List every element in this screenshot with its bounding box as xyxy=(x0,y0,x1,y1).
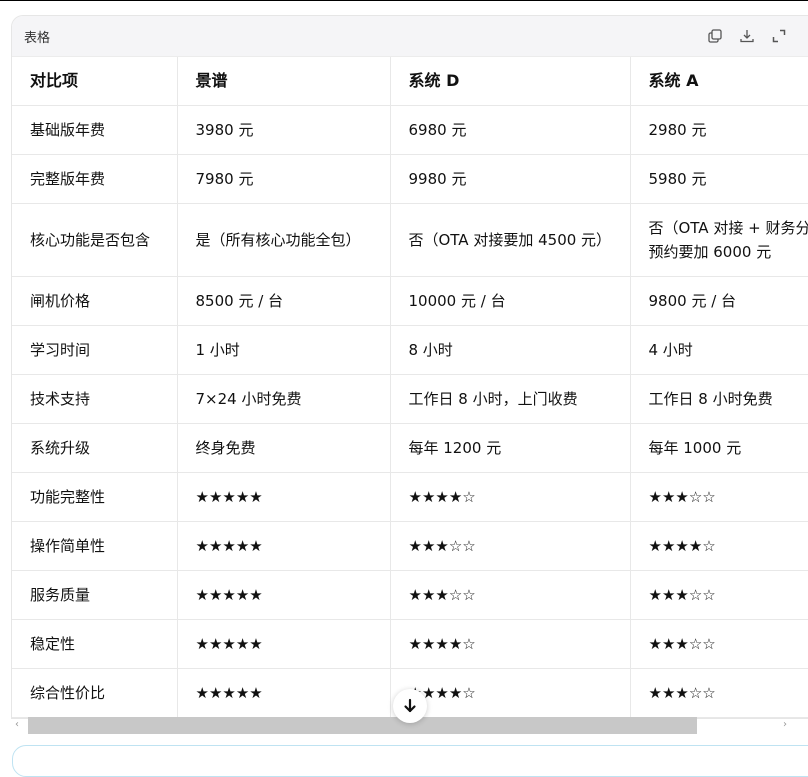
star-rating: ★★★★★ xyxy=(177,668,391,718)
scroll-left-icon[interactable]: ‹ xyxy=(15,719,19,730)
star-rating: ★★★★★ xyxy=(177,619,391,669)
table-cell: 功能完整性 xyxy=(12,472,178,522)
star-rating: ★★★☆☆ xyxy=(630,472,808,522)
table-cell: 6980 元 xyxy=(390,105,631,155)
table-toolbar xyxy=(704,25,790,47)
table-cell: 5980 元 xyxy=(630,154,808,204)
table-cell: 7980 元 xyxy=(177,154,391,204)
table-row: 完整版年费 7980 元 9980 元 5980 元 xyxy=(12,154,808,204)
table-cell: 8 小时 xyxy=(390,325,631,375)
download-icon[interactable] xyxy=(736,25,758,47)
scroll-to-bottom-button[interactable] xyxy=(393,689,427,723)
table-cell: 8500 元 / 台 xyxy=(177,276,391,326)
table-cell: 7×24 小时免费 xyxy=(177,374,391,424)
next-message-card xyxy=(12,745,808,777)
scrollbar-thumb[interactable] xyxy=(28,717,697,734)
star-rating: ★★★☆☆ xyxy=(630,619,808,669)
table-row: 核心功能是否包含 是（所有核心功能全包） 否（OTA 对接要加 4500 元） … xyxy=(12,203,808,277)
table-cell: 学习时间 xyxy=(12,325,178,375)
comparison-table: 对比项 景谱 系统 D 系统 A 基础版年费 3980 元 6980 元 298… xyxy=(12,57,808,718)
star-rating: ★★★★★ xyxy=(177,521,391,571)
table-cell: 服务质量 xyxy=(12,570,178,620)
table-row: 技术支持 7×24 小时免费 工作日 8 小时，上门收费 工作日 8 小时免费 xyxy=(12,374,808,424)
table-cell: 9800 元 / 台 xyxy=(630,276,808,326)
table-cell: 4 小时 xyxy=(630,325,808,375)
star-rating: ★★★★★ xyxy=(177,472,391,522)
table-cell: 操作简单性 xyxy=(12,521,178,571)
copy-icon[interactable] xyxy=(704,25,726,47)
star-rating: ★★★★★ xyxy=(177,570,391,620)
table-cell: 每年 1000 元 xyxy=(630,423,808,473)
table-card-header: 表格 xyxy=(12,16,808,57)
table-row: 稳定性 ★★★★★ ★★★★☆ ★★★☆☆ xyxy=(12,619,808,669)
table-cell: 完整版年费 xyxy=(12,154,178,204)
table-row: 学习时间 1 小时 8 小时 4 小时 xyxy=(12,325,808,375)
table-cell: 3980 元 xyxy=(177,105,391,155)
star-rating: ★★★★☆ xyxy=(390,619,631,669)
table-cell: 9980 元 xyxy=(390,154,631,204)
table-cell: 终身免费 xyxy=(177,423,391,473)
star-rating: ★★★☆☆ xyxy=(390,570,631,620)
table-card: 表格 对比项 景谱 系统 D 系统 A 基础版年费 3980 元 6980 元 … xyxy=(11,15,808,719)
table-cell: 每年 1200 元 xyxy=(390,423,631,473)
table-cell: 否（OTA 对接要加 4500 元） xyxy=(390,203,631,277)
table-cell: 核心功能是否包含 xyxy=(12,203,178,277)
table-cell: 系统升级 xyxy=(12,423,178,473)
table-card-title: 表格 xyxy=(24,30,51,46)
table-cell: 稳定性 xyxy=(12,619,178,669)
table-cell: 是（所有核心功能全包） xyxy=(177,203,391,277)
star-rating: ★★★☆☆ xyxy=(390,521,631,571)
header-cell: 对比项 xyxy=(12,57,178,106)
arrow-down-icon xyxy=(404,698,416,713)
table-cell: 基础版年费 xyxy=(12,105,178,155)
scroll-right-icon[interactable]: › xyxy=(783,719,787,730)
star-rating: ★★★★☆ xyxy=(630,521,808,571)
header-cell: 景谱 xyxy=(177,57,391,106)
expand-icon[interactable] xyxy=(768,25,790,47)
table-cell: 综合性价比 xyxy=(12,668,178,718)
table-cell: 否（OTA 对接 + 财务分时预约要加 6000 元 xyxy=(630,203,808,277)
top-border-line xyxy=(0,0,808,1)
star-rating: ★★★☆☆ xyxy=(630,668,808,718)
table-row: 系统升级 终身免费 每年 1200 元 每年 1000 元 xyxy=(12,423,808,473)
table-header-row: 对比项 景谱 系统 D 系统 A xyxy=(12,57,808,106)
star-rating: ★★★★☆ xyxy=(390,472,631,522)
table-row: 服务质量 ★★★★★ ★★★☆☆ ★★★☆☆ xyxy=(12,570,808,620)
table-cell: 工作日 8 小时免费 xyxy=(630,374,808,424)
table-row: 基础版年费 3980 元 6980 元 2980 元 xyxy=(12,105,808,155)
table-row: 功能完整性 ★★★★★ ★★★★☆ ★★★☆☆ xyxy=(12,472,808,522)
header-cell: 系统 A xyxy=(630,57,808,106)
star-rating: ★★★☆☆ xyxy=(630,570,808,620)
table-cell: 2980 元 xyxy=(630,105,808,155)
table-cell: 技术支持 xyxy=(12,374,178,424)
header-cell: 系统 D xyxy=(390,57,631,106)
table-cell: 工作日 8 小时，上门收费 xyxy=(390,374,631,424)
table-cell: 1 小时 xyxy=(177,325,391,375)
table-scroll-container[interactable]: 对比项 景谱 系统 D 系统 A 基础版年费 3980 元 6980 元 298… xyxy=(12,57,808,718)
table-cell: 闸机价格 xyxy=(12,276,178,326)
table-row: 闸机价格 8500 元 / 台 10000 元 / 台 9800 元 / 台 xyxy=(12,276,808,326)
table-row: 操作简单性 ★★★★★ ★★★☆☆ ★★★★☆ xyxy=(12,521,808,571)
table-cell: 10000 元 / 台 xyxy=(390,276,631,326)
